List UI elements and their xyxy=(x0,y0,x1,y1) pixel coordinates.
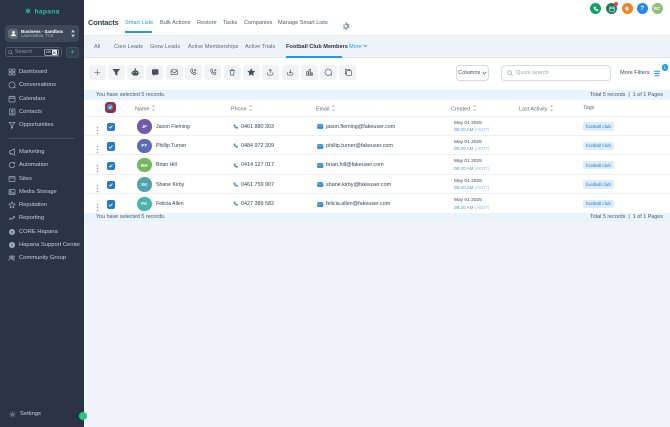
svg-text:C: C xyxy=(11,229,14,234)
